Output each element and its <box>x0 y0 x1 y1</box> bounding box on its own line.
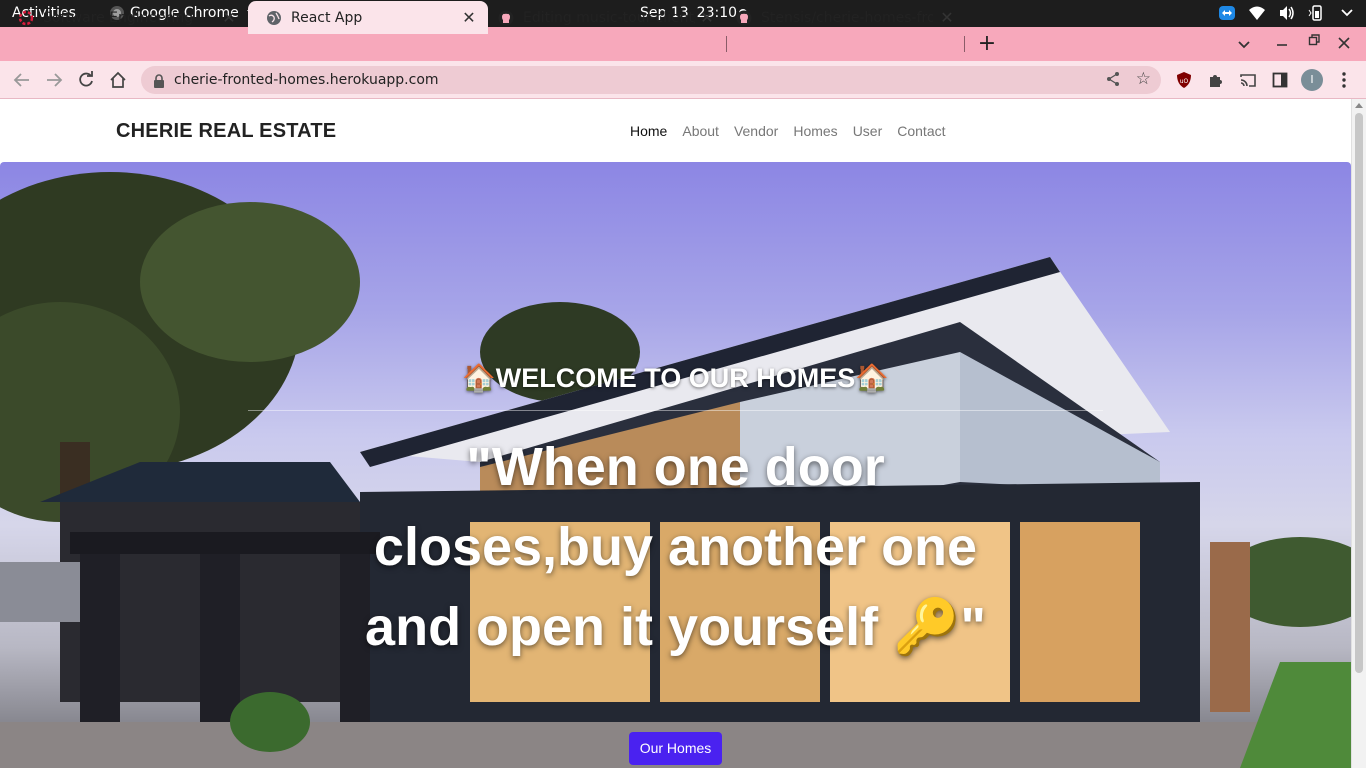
nav-user[interactable]: User <box>853 123 883 139</box>
back-button[interactable] <box>12 70 32 90</box>
close-icon[interactable]: ✕ <box>460 8 478 27</box>
teamviewer-icon[interactable] <box>1218 4 1236 22</box>
tab-separator <box>726 36 727 52</box>
address-bar[interactable]: cherie-fronted-homes.herokuapp.com ☆ <box>141 66 1161 94</box>
power-menu-icon[interactable] <box>1338 4 1356 22</box>
globe-icon <box>266 10 282 26</box>
nav-home[interactable]: Home <box>630 123 667 139</box>
close-icon[interactable]: ✕ <box>220 8 238 27</box>
tab-label: Stensis/cherie-homes-fro <box>761 9 933 26</box>
hero-quote: "When one door closes,buy another one an… <box>0 427 1351 667</box>
tab-software-engineering[interactable]: Software Engineering 59- ✕ <box>0 1 248 34</box>
tab-label: React App <box>291 9 363 26</box>
nav-about[interactable]: About <box>682 123 719 139</box>
ublock-icon[interactable]: uO <box>1174 70 1194 90</box>
site-navbar: CHERIE REAL ESTATE Home About Vendor Hom… <box>0 99 1351 162</box>
svg-text:uO: uO <box>1180 78 1189 85</box>
scrollbar-thumb[interactable] <box>1355 113 1363 673</box>
hero-quote-line: and open it yourself 🔑" <box>365 597 986 657</box>
share-icon[interactable] <box>1105 71 1121 91</box>
forward-button[interactable] <box>44 70 64 90</box>
spinner-icon <box>18 10 34 26</box>
hero-quote-line: "When one door <box>466 437 885 497</box>
tab-label: Editing music-tour-client/ <box>523 9 695 26</box>
github-icon <box>498 10 514 26</box>
wifi-icon[interactable] <box>1248 4 1266 22</box>
nav-vendor[interactable]: Vendor <box>734 123 778 139</box>
cast-icon[interactable] <box>1238 70 1258 90</box>
close-icon[interactable]: ✕ <box>698 8 716 27</box>
nav-homes[interactable]: Homes <box>793 123 837 139</box>
lock-icon[interactable] <box>153 73 165 92</box>
nav-contact[interactable]: Contact <box>897 123 945 139</box>
profile-avatar[interactable]: I <box>1301 69 1323 91</box>
bookmark-star-icon[interactable]: ☆ <box>1136 69 1151 89</box>
page-scrollbar[interactable] <box>1351 99 1366 768</box>
home-button[interactable] <box>108 70 128 90</box>
side-panel-icon[interactable] <box>1270 70 1290 90</box>
system-tray[interactable] <box>1218 4 1356 22</box>
new-tab-button[interactable]: + <box>977 31 997 56</box>
reload-button[interactable] <box>76 70 96 90</box>
restore-button[interactable] <box>1308 33 1320 51</box>
extensions-puzzle-icon[interactable] <box>1206 70 1226 90</box>
hero-divider <box>248 410 1103 411</box>
scroll-up-arrow-icon[interactable] <box>1355 103 1363 108</box>
hero-welcome-heading: 🏠WELCOME TO OUR HOMES🏠 <box>462 363 889 393</box>
our-homes-button[interactable]: Our Homes <box>629 732 722 765</box>
tab-react-app[interactable]: React App ✕ <box>248 1 488 34</box>
tab-separator <box>964 36 965 52</box>
close-icon[interactable]: ✕ <box>938 8 956 27</box>
tab-editing-music-tour[interactable]: Editing music-tour-client/ ✕ <box>480 1 726 34</box>
battery-icon[interactable] <box>1308 4 1326 22</box>
minimize-button[interactable] <box>1276 33 1288 51</box>
browser-toolbar: cherie-fronted-homes.herokuapp.com ☆ uO … <box>0 61 1366 99</box>
menu-kebab-icon[interactable] <box>1334 70 1354 90</box>
tab-search-icon[interactable] <box>1238 35 1250 53</box>
hero-banner: 🏠WELCOME TO OUR HOMES🏠 "When one door cl… <box>0 162 1351 768</box>
site-brand[interactable]: CHERIE REAL ESTATE <box>116 120 336 143</box>
tab-label: Software Engineering 59- <box>43 9 193 26</box>
hero-quote-line: closes,buy another one <box>373 517 978 577</box>
tab-stensis-cherie[interactable]: Stensis/cherie-homes-fro ✕ <box>718 1 966 34</box>
volume-icon[interactable] <box>1278 4 1296 22</box>
site-nav: Home About Vendor Homes User Contact <box>630 123 961 139</box>
url-text[interactable]: cherie-fronted-homes.herokuapp.com <box>174 72 439 88</box>
close-window-button[interactable] <box>1338 35 1350 53</box>
page-viewport: CHERIE REAL ESTATE Home About Vendor Hom… <box>0 99 1366 768</box>
github-icon <box>736 10 752 26</box>
